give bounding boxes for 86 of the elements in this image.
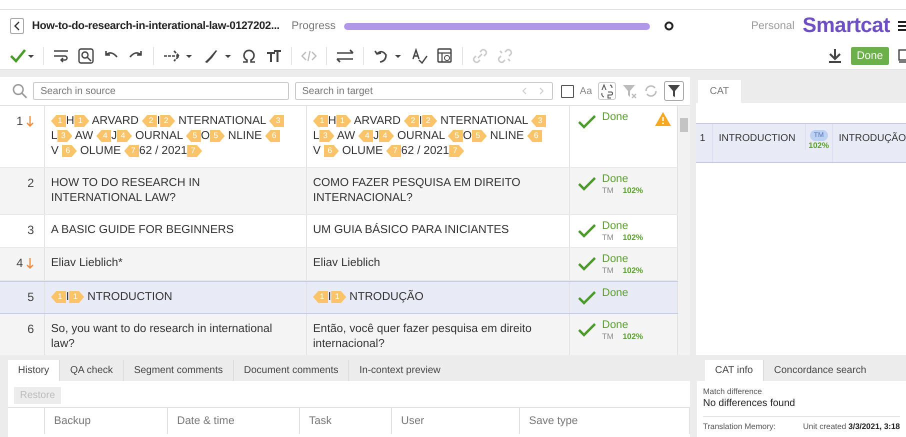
- segment-row[interactable]: 3 A BASIC GUIDE FOR BEGINNERS UM GUIA BÁSICO PARA INICIANTES Done TM 102%: [0, 215, 678, 248]
- match-percent: 102%: [622, 186, 644, 196]
- panel-tab[interactable]: CAT info: [705, 360, 763, 381]
- unit-created-text: Unit created 3/3/2021, 3:18: [803, 422, 900, 431]
- spellcheck-icon[interactable]: [412, 48, 428, 64]
- segment-number: 3: [27, 223, 34, 239]
- omega-icon[interactable]: [241, 48, 257, 64]
- segment-row[interactable]: 6 So, you want to do research in international law? Então, você quer fazer pesquisa em direito internacional? Done TM 102%: [0, 314, 678, 355]
- panel-icon[interactable]: [898, 48, 906, 64]
- check-icon: [578, 291, 596, 305]
- target-search-field[interactable]: Search in target: [295, 82, 554, 100]
- segment-number: 2: [27, 176, 34, 192]
- scrollbar[interactable]: [678, 106, 690, 355]
- confirm-icon[interactable]: [10, 48, 34, 64]
- column-header: Task: [300, 408, 392, 434]
- match-difference-value: No differences found: [703, 398, 900, 417]
- chevron-left-icon: [13, 21, 21, 31]
- download-icon[interactable]: [828, 48, 842, 64]
- progress-label: Progress: [292, 20, 336, 32]
- segment-row[interactable]: 2 HOW TO DO RESEARCH IN INTERNATIONAL LAW? COMO FAZER PESQUISA EM DIREITO INTERNACIONAL? Done TM 102%: [0, 168, 678, 215]
- cat-tab[interactable]: CAT: [698, 80, 742, 103]
- match-difference-label: Match difference: [703, 387, 763, 396]
- back-button[interactable]: [10, 18, 24, 34]
- check-icon: [578, 323, 596, 337]
- check-icon: [578, 224, 596, 238]
- column-header: Backup: [45, 408, 168, 434]
- match-percent: 102%: [622, 233, 644, 243]
- check-icon: [578, 115, 596, 129]
- column-header: Date & time: [168, 408, 300, 434]
- panel-tab[interactable]: History: [8, 360, 60, 381]
- match-source: INTRODUCTION: [712, 124, 805, 162]
- column-header: Save type: [520, 408, 690, 434]
- target-text: Eliav Lieblich: [307, 248, 570, 280]
- text-size-icon[interactable]: [266, 48, 282, 64]
- match-target: INTRODUÇÃO: [832, 124, 906, 162]
- segment-row[interactable]: 4 Eliav Lieblich* Eliav Lieblich Done TM 102%: [0, 248, 678, 281]
- match-origin: TM: [602, 332, 614, 342]
- match-percent: 102%: [808, 141, 829, 150]
- segment-number: 5: [27, 290, 34, 305]
- target-text: 1 I 1 NTRODUÇÃO: [307, 282, 570, 313]
- filter-icon[interactable]: [664, 81, 684, 101]
- wrap-icon[interactable]: [53, 48, 69, 64]
- source-text: 1 H 1 ARVARD 2 I 2 NTERNATIONAL 3 L 3 AW 4 J 4 OURNAL 5 O 5 NLINE 6 V 6 OLUME 7 62 / 2021 7: [45, 106, 307, 167]
- brand-logo: Smartcat: [802, 14, 890, 38]
- status-label: Done: [602, 173, 630, 186]
- revert-icon[interactable]: [373, 48, 403, 64]
- match-percent: 102%: [622, 266, 644, 276]
- check-icon: [578, 177, 596, 191]
- account-label: Personal: [751, 20, 795, 32]
- source-text: HOW TO DO RESEARCH IN INTERNATIONAL LAW?: [45, 168, 307, 214]
- status-label: Done: [602, 287, 628, 300]
- segment-row[interactable]: 1 1 H 1 ARVARD 2 I 2 NTERNATIONAL 3 L 3 AW 4 J 4 OURNAL 5 O 5 NLINE 6 V 6 OLUME 7 62 / 2021 7 1 H 1 ARVARD 2 I 2 NTERNATIONAL 3 L 3 AW 4 J 4 OURNAL 5 O 5 NLINE 6 V 6 OLUME 7 62 / 2021 7 Done: [0, 106, 678, 168]
- source-text: Eliav Lieblich*: [45, 248, 307, 280]
- search-icon[interactable]: [78, 48, 94, 64]
- menu-icon[interactable]: [898, 20, 906, 32]
- match-origin: TM: [602, 266, 614, 276]
- search-icon: [12, 83, 28, 99]
- target-text: UM GUIA BÁSICO PARA INICIANTES: [307, 215, 570, 247]
- document-title: How-to-do-research-in-interational-law-0127202...: [32, 20, 280, 32]
- translation-memory-label: Translation Memory:: [703, 422, 776, 431]
- check-icon: [578, 257, 596, 271]
- match-case-label: Aa: [580, 86, 592, 96]
- column-header: User: [392, 408, 520, 434]
- match-origin: TM: [602, 186, 614, 196]
- status-label: Done: [602, 253, 630, 266]
- segment-number: 1: [16, 114, 23, 130]
- source-search-field[interactable]: Search in source: [33, 82, 290, 100]
- source-text: 1 I 1 NTRODUCTION: [45, 282, 307, 313]
- segment-number: 6: [27, 322, 34, 338]
- arrow-right-icon[interactable]: [163, 48, 193, 64]
- segment-number: 4: [16, 256, 23, 272]
- segment-row[interactable]: 5 1 I 1 NTRODUCTION 1 I 1 NTRODUÇÃO Done: [0, 281, 678, 314]
- source-text: A BASIC GUIDE FOR BEGINNERS: [45, 215, 307, 247]
- qa-check-icon[interactable]: [437, 48, 453, 64]
- match-percent: 102%: [622, 332, 644, 342]
- match-origin: TM: [602, 233, 614, 243]
- panel-tab[interactable]: Document comments: [232, 360, 348, 381]
- status-label: Done: [602, 111, 628, 124]
- target-text: COMO FAZER PESQUISA EM DIREITO INTERNACIONAL?: [307, 168, 570, 214]
- status-label: Done: [602, 220, 630, 233]
- target-text: 1 H 1 ARVARD 2 I 2 NTERNATIONAL 3 L 3 AW 4 J 4 OURNAL 5 O 5 NLINE 6 V 6 OLUME 7 62 / 2021 7: [307, 106, 570, 167]
- status-label: Done: [602, 319, 630, 332]
- replace-icon[interactable]: [598, 82, 616, 100]
- lines-icon[interactable]: [336, 48, 354, 64]
- match-number: 1: [698, 132, 706, 144]
- checkbox[interactable]: [561, 84, 574, 98]
